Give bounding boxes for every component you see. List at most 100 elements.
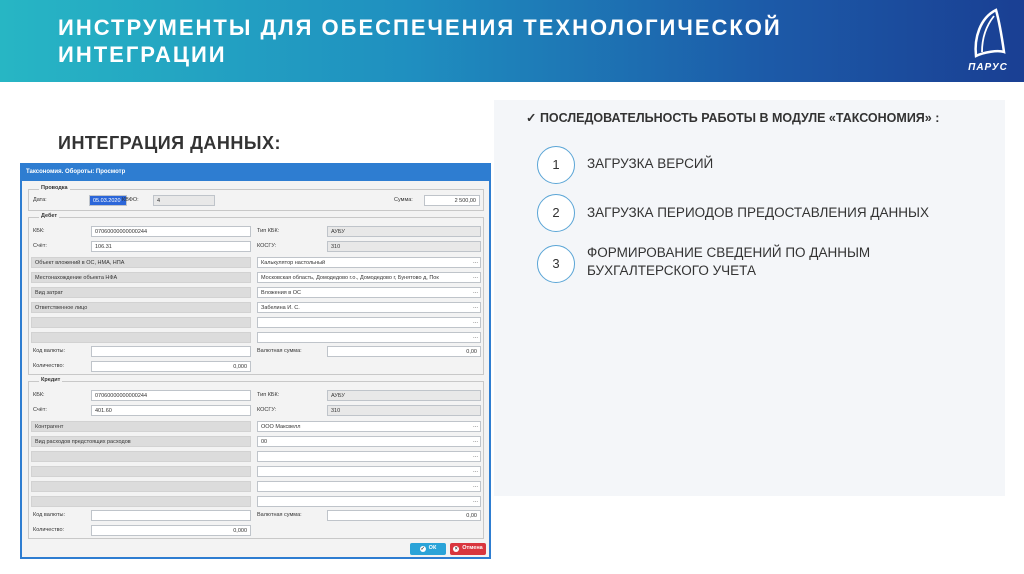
logo-text: ПАРУС xyxy=(968,62,1008,73)
step-1-line1: ЗАГРУЗКА ВЕРСИЙ xyxy=(587,156,714,171)
credit-account-field[interactable]: 401.60 xyxy=(91,405,251,416)
credit-kbk-field[interactable]: 07060000000000244 xyxy=(91,390,251,401)
posting-group-label: Проводка xyxy=(39,185,70,191)
debit-kbk-field[interactable]: 07060000000000244 xyxy=(91,226,251,237)
debit-kbk-type-label: Тип КБК: xyxy=(257,228,280,234)
credit-group-label: Кредит xyxy=(39,377,63,383)
debit-analytic-value[interactable]: Забелина И. С.... xyxy=(257,302,481,313)
credit-kbk-label: КБК: xyxy=(33,392,45,398)
step-text-3: ФОРМИРОВАНИЕ СВЕДЕНИЙ ПО ДАННЫМ БУХГАЛТЕ… xyxy=(587,244,967,280)
debit-kbk-type-field[interactable]: АУБУ xyxy=(327,226,481,237)
debit-qty-label: Количество: xyxy=(33,363,65,369)
credit-analytic-name: Вид расходов предстоящих расходов xyxy=(31,436,251,447)
debit-group: Дебет КБК: 07060000000000244 Тип КБК: АУ… xyxy=(28,213,484,375)
debit-kosgu-field[interactable]: 310 xyxy=(327,241,481,252)
step-2-line1: ЗАГРУЗКА ПЕРИОДОВ ПРЕДОСТАВЛЕНИЯ ДАННЫХ xyxy=(587,205,929,220)
debit-currency-sum-field[interactable]: 0,00 xyxy=(327,346,481,357)
step-number-2: 2 xyxy=(537,194,575,232)
credit-analytic-value[interactable]: ООО Максвелл... xyxy=(257,421,481,432)
debit-analytic-name: Ответственное лицо xyxy=(31,302,251,313)
section-title: ИНТЕГРАЦИЯ ДАННЫХ: xyxy=(58,133,282,153)
debit-currency-label: Код валюты: xyxy=(33,348,66,354)
credit-qty-field[interactable]: 0,000 xyxy=(91,525,251,536)
ok-icon: ✓ xyxy=(419,546,426,552)
step-3-line2: БУХГАЛТЕРСКОГО УЧЕТА xyxy=(587,263,756,278)
debit-analytic-value[interactable]: ... xyxy=(257,317,481,328)
dialog-title: Таксономия. Обороты: Просмотр xyxy=(22,165,489,181)
ellipsis-icon[interactable]: ... xyxy=(473,304,478,310)
credit-qty-label: Количество: xyxy=(33,527,65,533)
debit-currency-field[interactable] xyxy=(91,346,251,357)
credit-analytic-name xyxy=(31,451,251,462)
date-label: Дата: xyxy=(33,197,47,203)
debit-group-label: Дебет xyxy=(39,213,60,219)
credit-kosgu-label: КОСГУ: xyxy=(257,407,277,413)
page-title: ИНСТРУМЕНТЫ ДЛЯ ОБЕСПЕЧЕНИЯ ТЕХНОЛОГИЧЕС… xyxy=(58,14,878,68)
page-title-line1: ИНСТРУМЕНТЫ ДЛЯ ОБЕСПЕЧЕНИЯ ТЕХНОЛОГИЧЕС… xyxy=(58,15,782,40)
steps-panel: ✓ ПОСЛЕДОВАТЕЛЬНОСТЬ РАБОТЫ В МОДУЛЕ «ТА… xyxy=(494,100,1005,496)
credit-account-label: Счёт: xyxy=(33,407,47,413)
debit-account-label: Счёт: xyxy=(33,243,47,249)
credit-analytic-value[interactable]: 00... xyxy=(257,436,481,447)
credit-analytic-value[interactable]: ... xyxy=(257,466,481,477)
ellipsis-icon[interactable]: ... xyxy=(473,319,478,325)
credit-analytic-name xyxy=(31,466,251,477)
credit-analytic-value[interactable]: ... xyxy=(257,451,481,462)
posting-group: Проводка Дата: 05.03.2020 КВФО: 4 Сумма:… xyxy=(28,185,484,211)
debit-analytic-name xyxy=(31,317,251,328)
step-text-2: ЗАГРУЗКА ПЕРИОДОВ ПРЕДОСТАВЛЕНИЯ ДАННЫХ xyxy=(587,204,967,222)
debit-analytic-name: Местонахождение объекта НФА xyxy=(31,272,251,283)
debit-account-field[interactable]: 106.31 xyxy=(91,241,251,252)
credit-kosgu-field[interactable]: 310 xyxy=(327,405,481,416)
step-number-3: 3 xyxy=(537,245,575,283)
ellipsis-icon[interactable]: ... xyxy=(473,259,478,265)
ellipsis-icon[interactable]: ... xyxy=(473,289,478,295)
credit-analytic-value[interactable]: ... xyxy=(257,496,481,507)
debit-kbk-label: КБК: xyxy=(33,228,45,234)
debit-analytic-value[interactable]: ... xyxy=(257,332,481,343)
debit-analytic-name: Объект вложений в ОС, НМА, НПА xyxy=(31,257,251,268)
debit-analytic-value[interactable]: Калькулятор настольный... xyxy=(257,257,481,268)
ellipsis-icon[interactable]: ... xyxy=(473,498,478,504)
sum-label: Сумма: xyxy=(394,197,413,203)
ellipsis-icon[interactable]: ... xyxy=(473,274,478,280)
cancel-icon: × xyxy=(453,546,460,552)
ellipsis-icon[interactable]: ... xyxy=(473,453,478,459)
credit-currency-sum-label: Валютная сумма: xyxy=(257,512,302,518)
steps-heading: ✓ ПОСЛЕДОВАТЕЛЬНОСТЬ РАБОТЫ В МОДУЛЕ «ТА… xyxy=(526,111,940,125)
credit-group: Кредит КБК: 07060000000000244 Тип КБК: А… xyxy=(28,377,484,539)
sum-field[interactable]: 2 500,00 xyxy=(424,195,480,206)
ellipsis-icon[interactable]: ... xyxy=(473,438,478,444)
ellipsis-icon[interactable]: ... xyxy=(473,334,478,340)
debit-analytic-name xyxy=(31,332,251,343)
debit-qty-field[interactable]: 0,000 xyxy=(91,361,251,372)
ellipsis-icon[interactable]: ... xyxy=(473,483,478,489)
ok-button[interactable]: ✓ ОК xyxy=(410,543,446,555)
kvfo-label: КВФО: xyxy=(122,197,139,203)
debit-analytic-value[interactable]: Вложения в ОС... xyxy=(257,287,481,298)
credit-analytic-value[interactable]: ... xyxy=(257,481,481,492)
ellipsis-icon[interactable]: ... xyxy=(473,468,478,474)
credit-analytic-name: Контрагент xyxy=(31,421,251,432)
credit-analytic-name xyxy=(31,496,251,507)
debit-analytic-name: Вид затрат xyxy=(31,287,251,298)
debit-currency-sum-label: Валютная сумма: xyxy=(257,348,302,354)
credit-currency-label: Код валюты: xyxy=(33,512,66,518)
credit-analytic-name xyxy=(31,481,251,492)
debit-kosgu-label: КОСГУ: xyxy=(257,243,277,249)
debit-analytic-value[interactable]: Московская область, Домодедово г.о., Дом… xyxy=(257,272,481,283)
step-text-1: ЗАГРУЗКА ВЕРСИЙ xyxy=(587,155,967,173)
credit-currency-field[interactable] xyxy=(91,510,251,521)
page-title-line2: ИНТЕГРАЦИИ xyxy=(58,42,227,67)
credit-kbk-type-label: Тип КБК: xyxy=(257,392,280,398)
credit-currency-sum-field[interactable]: 0,00 xyxy=(327,510,481,521)
cancel-button[interactable]: × Отмена xyxy=(450,543,486,555)
step-number-1: 1 xyxy=(537,146,575,184)
taxonomy-dialog: Таксономия. Обороты: Просмотр Проводка Д… xyxy=(20,163,491,559)
parus-logo-icon: ПАРУС xyxy=(964,8,1010,76)
credit-kbk-type-field[interactable]: АУБУ xyxy=(327,390,481,401)
step-3-line1: ФОРМИРОВАНИЕ СВЕДЕНИЙ ПО ДАННЫМ xyxy=(587,245,871,260)
kvfo-field[interactable]: 4 xyxy=(153,195,215,206)
header-banner: ИНСТРУМЕНТЫ ДЛЯ ОБЕСПЕЧЕНИЯ ТЕХНОЛОГИЧЕС… xyxy=(0,0,1024,82)
ellipsis-icon[interactable]: ... xyxy=(473,423,478,429)
